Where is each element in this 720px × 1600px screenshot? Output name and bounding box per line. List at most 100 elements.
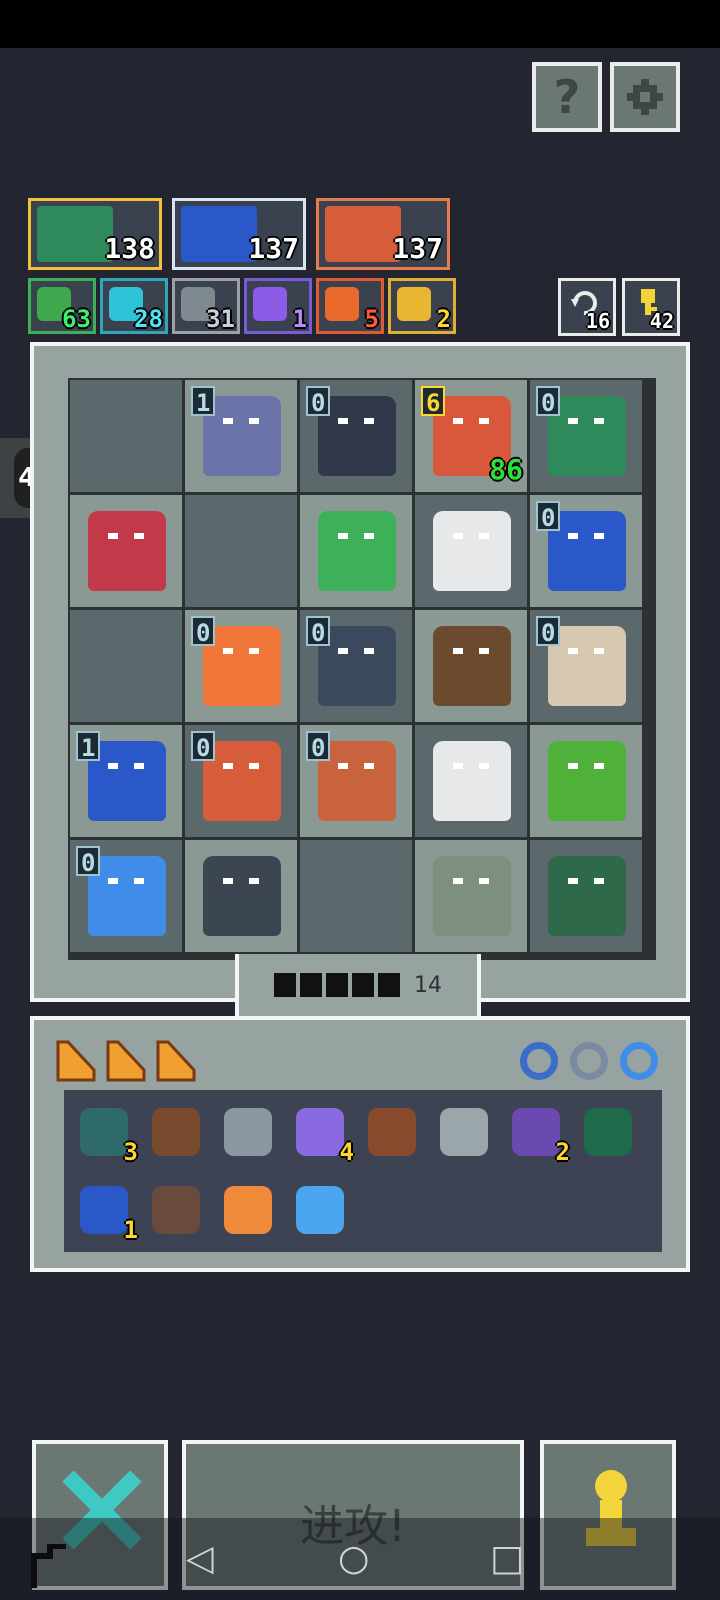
board-cell[interactable]: 0 <box>300 725 412 837</box>
inventory-item[interactable]: 2 <box>508 1104 570 1166</box>
resource-count: 1 <box>292 305 307 333</box>
board-cell[interactable] <box>530 840 642 952</box>
inventory-item[interactable] <box>220 1182 276 1238</box>
board-cell[interactable] <box>415 840 527 952</box>
board-cell[interactable] <box>70 610 182 722</box>
inventory-item[interactable] <box>436 1104 492 1160</box>
card-icon[interactable] <box>106 1040 146 1082</box>
board-cell[interactable] <box>300 840 412 952</box>
unit-level-badge: 0 <box>191 731 216 762</box>
unit-eye <box>223 878 233 884</box>
resource-counter[interactable]: 5 <box>316 278 384 334</box>
unit-eye <box>594 648 604 654</box>
board-cell[interactable]: 0 <box>185 610 297 722</box>
key-count: 42 <box>649 309 674 333</box>
stone-golem-hero-icon <box>37 206 113 262</box>
inventory-item[interactable] <box>580 1104 636 1160</box>
inventory-item[interactable] <box>364 1104 420 1160</box>
inventory-item[interactable] <box>148 1182 204 1238</box>
armor-ring-icon[interactable] <box>570 1042 608 1080</box>
unit-level-badge: 0 <box>536 386 561 417</box>
unit-eye <box>134 763 144 769</box>
unit-level-badge: 0 <box>306 616 331 647</box>
board-cell[interactable]: 0 <box>530 610 642 722</box>
gargoyle-icon <box>203 856 281 936</box>
battle-board: 1 0 6 86 0 0 0 0 0 1 0 0 0 <box>30 342 690 1002</box>
resource-count: 5 <box>364 305 379 333</box>
stick-icon <box>368 1108 416 1156</box>
resource-counter[interactable]: 63 <box>28 278 96 334</box>
status-bar <box>0 0 720 48</box>
unit-eye <box>453 763 463 769</box>
inventory-item[interactable]: 3 <box>76 1104 138 1166</box>
unit-eye <box>568 533 578 539</box>
question-mark-icon: ? <box>553 70 581 124</box>
unit-eye <box>223 418 233 424</box>
unit-level-badge: 0 <box>76 846 101 877</box>
resource-counter[interactable]: 28 <box>100 278 168 334</box>
hero-card[interactable]: 138 <box>28 198 162 270</box>
board-cell[interactable] <box>415 725 527 837</box>
unit-eye <box>338 648 348 654</box>
board-cell[interactable] <box>70 380 182 492</box>
hero-card[interactable]: 137 <box>172 198 306 270</box>
resource-count: 31 <box>206 305 235 333</box>
key-stat[interactable]: 42 <box>622 278 680 336</box>
resource-counter[interactable]: 2 <box>388 278 456 334</box>
hero-card[interactable]: 137 <box>316 198 450 270</box>
wave-count: 14 <box>414 972 442 998</box>
card-icon[interactable] <box>156 1040 196 1082</box>
wave-segment <box>326 973 348 997</box>
inventory-item[interactable]: 1 <box>76 1182 138 1244</box>
unit-eye <box>479 763 489 769</box>
board-cell[interactable] <box>415 495 527 607</box>
back-nav-icon[interactable]: ◁ <box>186 1538 214 1579</box>
inventory-item[interactable]: 4 <box>292 1104 354 1166</box>
resource-counter[interactable]: 1 <box>244 278 312 334</box>
unit-eye <box>594 418 604 424</box>
inventory-item[interactable] <box>148 1104 204 1160</box>
unit-eye <box>364 648 374 654</box>
board-cell[interactable]: 0 <box>300 380 412 492</box>
board-cell[interactable] <box>70 495 182 607</box>
board-cell[interactable]: 0 <box>530 380 642 492</box>
blue-ring-icon[interactable] <box>620 1042 658 1080</box>
unit-level-badge: 0 <box>191 616 216 647</box>
card-icon[interactable] <box>56 1040 96 1082</box>
board-cell[interactable]: 6 86 <box>415 380 527 492</box>
bone-cage-icon <box>224 1186 272 1234</box>
board-cell[interactable]: 1 <box>70 725 182 837</box>
help-button[interactable]: ? <box>532 62 602 132</box>
gear-ring-icon[interactable] <box>520 1042 558 1080</box>
green-rune-icon <box>584 1108 632 1156</box>
board-cell[interactable]: 1 <box>185 380 297 492</box>
unit-eye <box>594 878 604 884</box>
wave-segment <box>300 973 322 997</box>
board-cell[interactable] <box>185 495 297 607</box>
board-cell[interactable]: 0 <box>70 840 182 952</box>
reroll-stat[interactable]: 16 <box>558 278 616 336</box>
board-cell[interactable] <box>300 495 412 607</box>
home-nav-icon[interactable]: ○ <box>338 1538 369 1579</box>
board-cell[interactable] <box>415 610 527 722</box>
item-count: 4 <box>339 1138 354 1166</box>
board-cell[interactable]: 0 <box>530 495 642 607</box>
inventory-item[interactable] <box>220 1104 276 1160</box>
unit-eye <box>568 878 578 884</box>
inventory-item[interactable] <box>292 1182 348 1238</box>
red-goblin-hero-icon <box>325 206 401 262</box>
unit-eye <box>338 418 348 424</box>
item-count: 3 <box>123 1138 138 1166</box>
board-cell[interactable] <box>185 840 297 952</box>
board-cell[interactable] <box>530 725 642 837</box>
board-cell[interactable]: 0 <box>300 610 412 722</box>
unit-eye <box>568 648 578 654</box>
board-cell[interactable]: 0 <box>185 725 297 837</box>
unit-eye <box>249 878 259 884</box>
unit-eye <box>479 533 489 539</box>
resource-counter[interactable]: 31 <box>172 278 240 334</box>
unit-eye <box>594 533 604 539</box>
settings-button[interactable] <box>610 62 680 132</box>
unit-eye <box>223 763 233 769</box>
recent-apps-nav-icon[interactable]: □ <box>490 1538 524 1579</box>
